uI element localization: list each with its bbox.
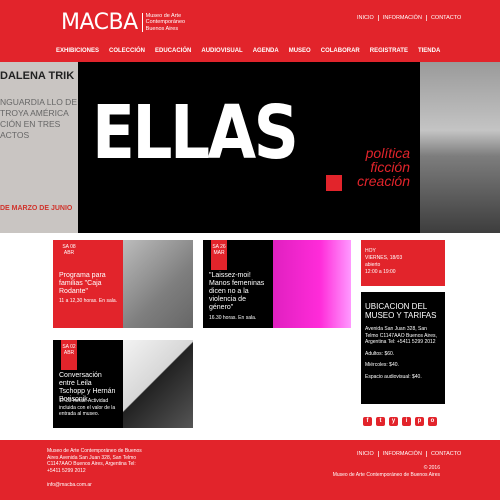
site-footer: Museo de Arte Contemporáneo de Buenos Ai… xyxy=(0,440,500,500)
nav-educacion[interactable]: EDUCACIÓN xyxy=(155,48,191,54)
hero-left-title: DALENA TRIK xyxy=(0,70,75,82)
event-time: 17.30 horas. Actividad incluida con el v… xyxy=(59,398,116,417)
fee-wednesday: Miércoles: $40. xyxy=(365,362,399,368)
topnav-informacion[interactable]: INFORMACIÓN xyxy=(377,15,426,21)
pinterest-icon[interactable]: p xyxy=(415,417,424,426)
hero-subtitle: política ficción creación xyxy=(357,145,410,189)
event-time: 16.30 horas. En sala. xyxy=(209,315,257,321)
topnav-inicio[interactable]: INICIO xyxy=(353,15,378,21)
main-nav: EXHIBICIONES COLECCIÓN EDUCACIÓN AUDIOVI… xyxy=(56,48,450,54)
event-title[interactable]: "Laissez-moi! Manos femeninas dicen no a… xyxy=(209,272,269,312)
opening-hours-box: HOY VIERNES, 18/03 abierto 12:00 a 19:00 xyxy=(361,240,445,286)
footer-nav-contacto[interactable]: CONTACTO xyxy=(425,451,465,457)
hero-right-slide[interactable] xyxy=(420,62,500,233)
nav-tienda[interactable]: TIENDA xyxy=(418,48,440,54)
open-status: abierto xyxy=(365,262,381,268)
hero-title: ELLAS xyxy=(92,90,299,176)
nav-audiovisual[interactable]: AUDIOVISUAL xyxy=(201,48,242,54)
topnav-contacto[interactable]: CONTACTO xyxy=(425,15,465,21)
nav-colaborar[interactable]: COLABORAR xyxy=(321,48,360,54)
event-date-badge: SA 08 ABR xyxy=(61,240,77,270)
event-date-badge: SA 02 ABR xyxy=(61,340,77,370)
footer-copyright: © 2016 Museo de Arte Contemporáneo de Bu… xyxy=(333,465,440,478)
site-header: MACBA Museo de Arte Contemporáneo Buenos… xyxy=(0,0,500,62)
footer-nav-inicio[interactable]: INICIO xyxy=(353,451,378,457)
event-card[interactable]: SA 26 MAR "Laissez-moi! Manos femeninas … xyxy=(203,240,351,328)
location-fees-box: UBICACION DEL MUSEO Y TARIFAS Avenida Sa… xyxy=(361,292,445,404)
today-date: VIERNES, 18/03 xyxy=(365,255,403,261)
event-time: 11 a 12,30 horas. En sala. xyxy=(59,298,118,304)
event-card[interactable]: SA 02 ABR Conversación entre Leila Tscho… xyxy=(53,340,193,428)
nav-agenda[interactable]: AGENDA xyxy=(253,48,279,54)
logo-subtitle: Museo de Arte Contemporáneo Buenos Aires xyxy=(141,12,194,33)
event-image[interactable] xyxy=(123,240,193,328)
fee-audiovisual: Espacio audiovisual: $40. xyxy=(365,373,422,380)
other-social-icon[interactable]: o xyxy=(428,417,437,426)
fee-adults: Adultos: $60. xyxy=(365,350,395,357)
logo[interactable]: MACBA Museo de Arte Contemporáneo Buenos… xyxy=(61,10,194,35)
copyright-owner: Museo de Arte Contemporáneo de Buenos Ai… xyxy=(332,471,440,478)
event-date-badge: SA 26 MAR xyxy=(211,240,227,270)
location-title[interactable]: UBICACION DEL MUSEO Y TARIFAS xyxy=(365,302,441,320)
event-image[interactable] xyxy=(273,240,351,328)
event-title[interactable]: Programa para familias "Caja Rodante" xyxy=(59,272,119,296)
location-address: Avenida San Juan 328, San Telmo C1147AAO… xyxy=(365,326,437,345)
social-links: f t y i p o xyxy=(363,417,437,426)
hero-left-subtitle: NGUARDIA LLO DE TROYA AMÉRICA CIÓN EN TR… xyxy=(0,97,77,140)
footer-nav: INICIO INFORMACIÓN CONTACTO xyxy=(353,451,465,457)
logo-text: MACBA xyxy=(61,10,138,35)
hero-main-slide[interactable]: ELLAS política ficción creación xyxy=(78,62,420,233)
hero-red-dot xyxy=(326,175,342,191)
youtube-icon[interactable]: y xyxy=(389,417,398,426)
footer-address: Museo de Arte Contemporáneo de Buenos Ai… xyxy=(47,448,142,474)
nav-coleccion[interactable]: COLECCIÓN xyxy=(109,48,145,54)
twitter-icon[interactable]: t xyxy=(376,417,385,426)
top-nav: INICIO INFORMACIÓN CONTACTO xyxy=(353,15,465,21)
hero-left-slide[interactable]: DALENA TRIK NGUARDIA LLO DE TROYA AMÉRIC… xyxy=(0,62,78,233)
facebook-icon[interactable]: f xyxy=(363,417,372,426)
instagram-icon[interactable]: i xyxy=(402,417,411,426)
hero-left-dates: DE MARZO DE JUNIO xyxy=(0,205,73,212)
nav-exhibiciones[interactable]: EXHIBICIONES xyxy=(56,48,99,54)
footer-nav-informacion[interactable]: INFORMACIÓN xyxy=(377,451,426,457)
nav-museo[interactable]: MUSEO xyxy=(289,48,311,54)
hero-carousel[interactable]: DALENA TRIK NGUARDIA LLO DE TROYA AMÉRIC… xyxy=(0,62,500,233)
nav-registrate[interactable]: REGISTRATE xyxy=(370,48,408,54)
event-card[interactable]: SA 08 ABR Programa para familias "Caja R… xyxy=(53,240,193,328)
open-hours: 12:00 a 19:00 xyxy=(365,269,396,275)
event-image[interactable] xyxy=(123,340,193,428)
footer-email[interactable]: info@macba.com.ar xyxy=(47,482,92,488)
today-label: HOY xyxy=(365,248,376,254)
